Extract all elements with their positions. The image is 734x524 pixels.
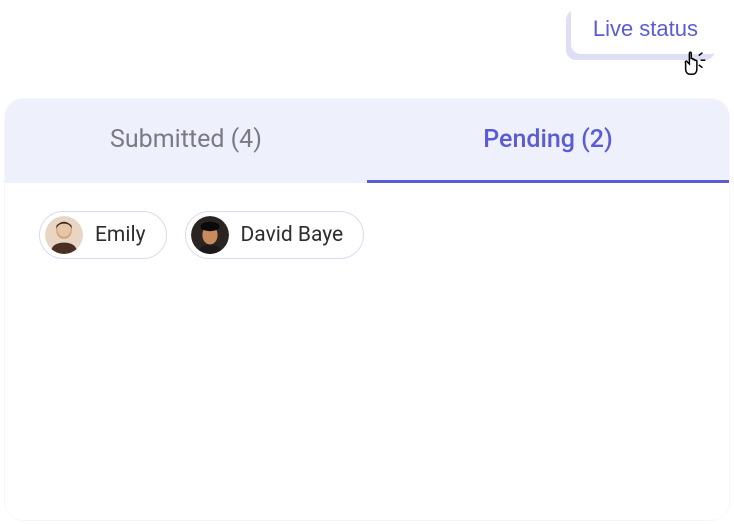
tab-submitted[interactable]: Submitted (4) [5,99,367,183]
tab-submitted-label: Submitted (4) [110,125,262,154]
avatar [191,216,229,254]
tab-bar: Submitted (4) Pending (2) [5,99,729,183]
tab-pending-label: Pending (2) [483,125,612,154]
avatar [45,216,83,254]
person-name: David Baye [241,223,344,247]
person-chip[interactable]: Emily [39,211,167,259]
person-name: Emily [95,223,146,247]
people-list: Emily David Baye [5,183,729,287]
tab-pending[interactable]: Pending (2) [367,99,729,183]
person-chip[interactable]: David Baye [185,211,365,259]
live-status-button[interactable]: Live status [571,4,720,54]
status-panel: Submitted (4) Pending (2) Emily [5,99,729,520]
live-status-label: Live status [593,16,698,41]
